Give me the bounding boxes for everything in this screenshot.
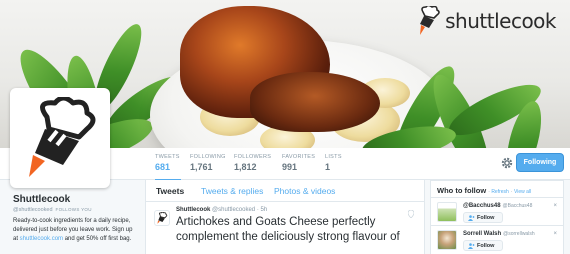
follow-user-icon: [468, 242, 475, 249]
suggestion-avatar[interactable]: [437, 202, 457, 222]
profile-name[interactable]: Shuttlecook: [13, 194, 70, 205]
stat-value: 1: [325, 162, 331, 172]
tweet-author-handle[interactable]: @shuttlecooked: [212, 207, 255, 213]
who-to-follow-title: Who to follow: [437, 186, 487, 195]
follows-you-badge: FOLLOWS YOU: [55, 207, 92, 212]
follow-user-icon: [468, 214, 475, 221]
view-all-link[interactable]: View all: [514, 189, 531, 195]
tab-tweets-replies[interactable]: Tweets & replies: [201, 186, 263, 196]
profile-avatar[interactable]: [10, 88, 110, 188]
stat-value: 681: [155, 162, 171, 172]
tab-tweets[interactable]: Tweets: [156, 186, 184, 196]
stat-label: LISTS: [325, 154, 342, 160]
shuttlecook-logo-icon: [29, 97, 96, 177]
follow-label: Follow: [477, 214, 495, 221]
tweet-time[interactable]: · 5h: [257, 207, 267, 213]
stat-favorites[interactable]: FAVORITES 991: [282, 154, 315, 172]
bio-link[interactable]: shuttlecook.com: [20, 236, 63, 242]
location-pin-icon: [408, 210, 414, 218]
refresh-link[interactable]: Refresh: [491, 189, 509, 195]
stat-tweets[interactable]: TWEETS 681: [155, 154, 181, 182]
stat-value: 1,812: [234, 162, 257, 172]
suggestion-item[interactable]: Sorrell Walsh @sorrellwalsh Follow ×: [431, 225, 563, 253]
stat-label: TWEETS: [155, 154, 180, 160]
close-icon[interactable]: ×: [553, 231, 557, 237]
suggestion-avatar[interactable]: [437, 230, 457, 250]
close-icon[interactable]: ×: [553, 203, 557, 209]
profile-handle-row: @shuttlecooked FOLLOWS YOU: [13, 207, 92, 213]
suggestion-name-row: @Bacchus48 @Bacchus48: [463, 203, 532, 209]
bio-text: and get 50% off first bag.: [63, 236, 132, 242]
suggestion-name[interactable]: Sorrell Walsh: [463, 231, 501, 237]
suggestion-name[interactable]: @Bacchus48: [463, 203, 501, 209]
follow-label: Follow: [477, 242, 495, 249]
tweet-avatar[interactable]: [154, 210, 170, 226]
stat-following[interactable]: FOLLOWING 1,761: [190, 154, 226, 172]
suggestion-item[interactable]: @Bacchus48 @Bacchus48 Follow ×: [431, 197, 563, 225]
timeline-tabs: Tweets Tweets & replies Photos & videos: [146, 180, 424, 202]
stat-followers[interactable]: FOLLOWERS 1,812: [234, 154, 271, 172]
who-to-follow: Who to follow · Refresh · View all @Bacc…: [430, 180, 564, 254]
brand-name: shuttlecook: [445, 9, 556, 33]
suggestion-name-row: Sorrell Walsh @sorrellwalsh: [463, 231, 535, 237]
brand-logo: shuttlecook: [417, 6, 556, 36]
follow-button[interactable]: Follow: [463, 212, 503, 223]
shuttlecook-logo-icon: [420, 6, 440, 35]
stat-label: FOLLOWING: [190, 154, 226, 160]
timeline: Tweets Tweets & replies Photos & videos …: [145, 180, 425, 254]
tweet-header: Shuttlecook @shuttlecooked · 5h: [176, 207, 414, 213]
following-button[interactable]: Following: [516, 153, 564, 172]
profile-handle[interactable]: @shuttlecooked: [13, 207, 53, 213]
chicken: [250, 72, 380, 132]
stat-value: 991: [282, 162, 298, 172]
tweet-author-name[interactable]: Shuttlecook: [176, 207, 210, 213]
stat-value: 1,761: [190, 162, 213, 172]
suggestion-handle[interactable]: @sorrellwalsh: [503, 231, 534, 237]
follow-button[interactable]: Follow: [463, 240, 503, 251]
tab-photos-videos[interactable]: Photos & videos: [274, 186, 335, 196]
stat-label: FOLLOWERS: [234, 154, 272, 160]
profile-bio: Ready-to-cook ingredients for a daily re…: [13, 217, 135, 244]
shuttlecook-logo-icon: [157, 212, 168, 224]
stat-lists[interactable]: LISTS 1: [325, 154, 342, 172]
tweet[interactable]: Shuttlecook @shuttlecooked · 5h Artichok…: [146, 202, 424, 254]
stat-label: FAVORITES: [282, 154, 316, 160]
suggestion-handle[interactable]: @Bacchus48: [503, 203, 533, 209]
gear-icon[interactable]: [500, 156, 514, 170]
tweet-text: Artichokes and Goats Cheese perfectly co…: [176, 216, 400, 243]
who-to-follow-header: Who to follow · Refresh · View all: [431, 181, 563, 197]
